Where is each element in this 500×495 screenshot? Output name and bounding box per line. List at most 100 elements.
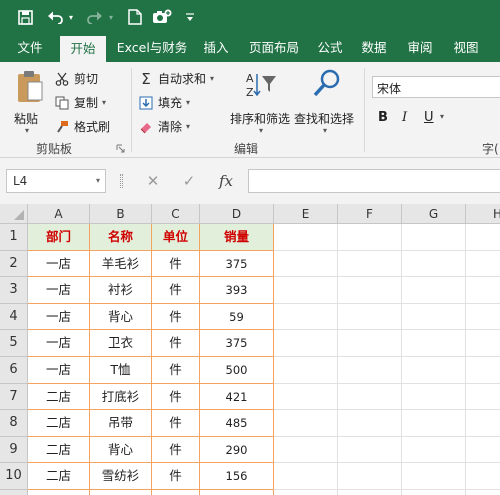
undo-dropdown-icon[interactable]: ▾: [66, 6, 76, 28]
row-header[interactable]: 6: [0, 357, 28, 384]
table-cell[interactable]: 件: [152, 277, 200, 304]
grid-cell[interactable]: [338, 463, 402, 490]
sort-filter-button[interactable]: AZ 排序和筛选 ▾: [230, 68, 294, 138]
grid-cell[interactable]: [274, 277, 338, 304]
table-cell[interactable]: 件: [152, 357, 200, 384]
redo-icon[interactable]: [84, 6, 106, 28]
select-all-button[interactable]: [0, 204, 28, 224]
table-header-cell[interactable]: 单位: [152, 224, 200, 251]
grid-cell[interactable]: [402, 250, 466, 278]
row-header[interactable]: 1: [0, 224, 28, 251]
table-cell[interactable]: 件: [152, 410, 200, 437]
grid-cell[interactable]: [200, 490, 274, 495]
undo-icon[interactable]: [44, 6, 66, 28]
grid-cell[interactable]: [338, 224, 402, 251]
grid-cell[interactable]: [402, 410, 466, 437]
column-header-f[interactable]: F: [338, 204, 402, 224]
grid-cell[interactable]: [338, 303, 402, 331]
grid-cell[interactable]: [338, 330, 402, 357]
grid-cell[interactable]: [338, 250, 402, 278]
table-cell[interactable]: 件: [152, 303, 200, 331]
tab-review[interactable]: 审阅: [402, 34, 438, 62]
chevron-down-icon[interactable]: ▾: [440, 112, 444, 121]
table-cell[interactable]: 393: [200, 277, 274, 304]
row-header[interactable]: 4: [0, 303, 28, 331]
table-cell[interactable]: 雪纺衫: [90, 463, 152, 490]
tab-file[interactable]: 文件: [8, 34, 52, 62]
table-cell[interactable]: 421: [200, 383, 274, 411]
row-header[interactable]: 3: [0, 277, 28, 304]
formula-input[interactable]: [248, 169, 500, 193]
table-header-cell[interactable]: 销量: [200, 224, 274, 251]
table-cell[interactable]: 件: [152, 383, 200, 411]
table-cell[interactable]: T恤: [90, 357, 152, 384]
grid-cell[interactable]: [28, 490, 90, 495]
row-header[interactable]: 11: [0, 490, 28, 495]
grid-cell[interactable]: [466, 330, 500, 357]
find-select-button[interactable]: 查找和选择 ▾: [294, 68, 358, 138]
table-cell[interactable]: 375: [200, 330, 274, 357]
table-cell[interactable]: 件: [152, 463, 200, 490]
grid-cell[interactable]: [402, 383, 466, 411]
grid-cell[interactable]: [402, 277, 466, 304]
table-cell[interactable]: 打底衫: [90, 383, 152, 411]
grid-cell[interactable]: [274, 357, 338, 384]
table-cell[interactable]: 一店: [28, 357, 90, 384]
table-cell[interactable]: 背心: [90, 436, 152, 464]
grid-cell[interactable]: [274, 250, 338, 278]
column-header-d[interactable]: D: [200, 204, 274, 224]
grid-cell[interactable]: [466, 224, 500, 251]
grid-cell[interactable]: [338, 383, 402, 411]
clear-button[interactable]: 清除 ▾: [138, 118, 190, 135]
grid-cell[interactable]: [402, 463, 466, 490]
column-header-b[interactable]: B: [90, 204, 152, 224]
row-header[interactable]: 9: [0, 436, 28, 464]
row-header[interactable]: 10: [0, 463, 28, 490]
grid-cell[interactable]: [274, 436, 338, 464]
table-header-cell[interactable]: 部门: [28, 224, 90, 251]
name-box[interactable]: L4 ▾: [6, 169, 106, 193]
table-cell[interactable]: 375: [200, 250, 274, 278]
grid-cell[interactable]: [274, 303, 338, 331]
table-cell[interactable]: 件: [152, 330, 200, 357]
enter-icon[interactable]: ✓: [178, 170, 200, 192]
table-cell[interactable]: 485: [200, 410, 274, 437]
bold-button[interactable]: B: [378, 110, 388, 125]
table-cell[interactable]: 一店: [28, 277, 90, 304]
grid-cell[interactable]: [274, 410, 338, 437]
chevron-down-icon[interactable]: ▾: [186, 98, 190, 107]
grid-cell[interactable]: [402, 224, 466, 251]
table-cell[interactable]: 衬衫: [90, 277, 152, 304]
chevron-down-icon[interactable]: ▾: [96, 170, 100, 192]
table-cell[interactable]: 卫衣: [90, 330, 152, 357]
grid-cell[interactable]: [338, 357, 402, 384]
customize-qat-icon[interactable]: [182, 6, 198, 28]
tab-formulas[interactable]: 公式: [312, 34, 348, 62]
table-cell[interactable]: 背心: [90, 303, 152, 331]
grid-cell[interactable]: [466, 490, 500, 495]
worksheet-grid[interactable]: A B C D E F G H 1 部门 名称 单位 销量 2 一店 羊毛衫件 375 3 一店 衬衫件 393 4 一店背…: [0, 204, 500, 495]
row-header[interactable]: 5: [0, 330, 28, 357]
cut-button[interactable]: 剪切: [54, 70, 98, 87]
grid-cell[interactable]: [402, 490, 466, 495]
paste-button[interactable]: 粘贴 ▾: [10, 68, 48, 138]
save-icon[interactable]: [14, 6, 36, 28]
table-cell[interactable]: 一店: [28, 330, 90, 357]
cancel-icon[interactable]: ✕: [142, 170, 164, 192]
column-header-h[interactable]: H: [466, 204, 500, 224]
grid-cell[interactable]: [402, 357, 466, 384]
grid-cell[interactable]: [466, 251, 500, 278]
grid-cell[interactable]: [466, 357, 500, 384]
table-cell[interactable]: 件: [152, 436, 200, 464]
font-name-select[interactable]: 宋体: [372, 76, 500, 98]
format-painter-button[interactable]: 格式刷: [54, 118, 110, 135]
camera-icon[interactable]: [150, 6, 174, 28]
grid-cell[interactable]: [274, 330, 338, 357]
redo-dropdown-icon[interactable]: ▾: [106, 6, 116, 28]
fill-button[interactable]: 填充 ▾: [138, 94, 190, 111]
row-header[interactable]: 7: [0, 383, 28, 411]
table-cell[interactable]: 羊毛衫: [90, 250, 152, 278]
chevron-down-icon[interactable]: ▾: [186, 122, 190, 131]
grid-cell[interactable]: [338, 277, 402, 304]
underline-button[interactable]: U: [424, 110, 434, 125]
